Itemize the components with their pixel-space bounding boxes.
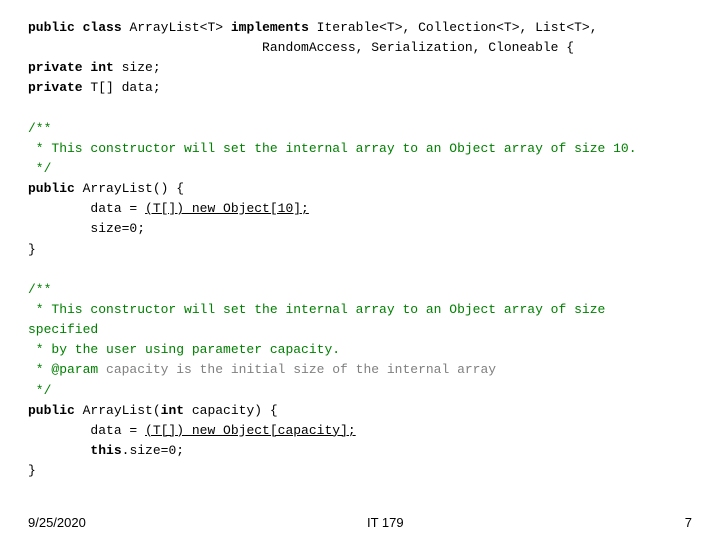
footer-page: 7 — [685, 515, 692, 530]
footer-course: IT 179 — [367, 515, 404, 530]
code-content: public class ArrayList<T> implements Ite… — [28, 18, 692, 481]
footer-date: 9/25/2020 — [28, 515, 86, 530]
slide: public class ArrayList<T> implements Ite… — [0, 0, 720, 540]
footer: 9/25/2020 IT 179 7 — [0, 515, 720, 530]
